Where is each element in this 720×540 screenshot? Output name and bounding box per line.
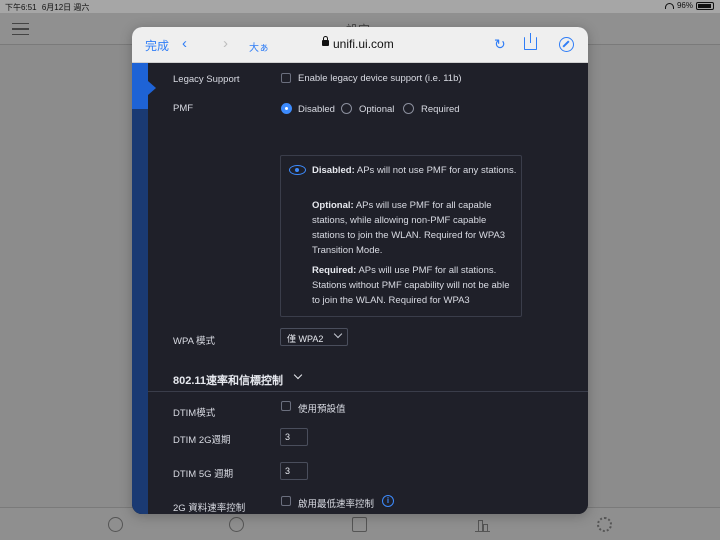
forward-icon[interactable]: ›: [223, 35, 228, 52]
browser-modal: 完成 ‹ › 大ぁ unifi.ui.com ↻ Legacy Support …: [132, 27, 588, 514]
wpa-mode-label: WPA 模式: [173, 336, 216, 347]
nav-sidebar: [132, 63, 148, 514]
speed-icon[interactable]: [108, 517, 123, 532]
dtim-default-checkbox-label: 使用預設值: [298, 404, 346, 415]
status-time: 下午6:51: [5, 3, 37, 12]
legacy-support-checkbox[interactable]: [281, 73, 291, 83]
wifi-icon: [664, 2, 674, 9]
gear-icon[interactable]: [597, 517, 612, 532]
wpa-mode-select[interactable]: 僅 WPA2: [280, 328, 348, 346]
pmf-label: PMF: [173, 103, 194, 114]
legacy-support-checkbox-label: Enable legacy device support (i.e. 11b): [298, 73, 462, 84]
pmf-radio-disabled[interactable]: [281, 103, 292, 114]
pmf-info-required: Required: APs will use PMF for all stati…: [312, 265, 510, 306]
battery-icon: [696, 1, 714, 10]
pmf-info-box: Disabled: APs will not use PMF for any s…: [280, 155, 522, 317]
pmf-option-disabled: Disabled: [298, 104, 335, 115]
lock-icon: [322, 36, 329, 46]
rate-2g-checkbox[interactable]: [281, 496, 291, 506]
url-field[interactable]: unifi.ui.com: [333, 37, 394, 51]
pmf-info-disabled: Disabled: APs will not use PMF for any s…: [312, 165, 517, 176]
hamburger-menu-icon[interactable]: [12, 23, 29, 35]
rate-2g-info-icon[interactable]: i: [382, 495, 394, 507]
pmf-info-optional: Optional: APs will use PMF for all capab…: [312, 200, 506, 256]
chevron-down-icon[interactable]: [293, 370, 303, 380]
dtim-default-checkbox[interactable]: [281, 401, 291, 411]
sidebar-selected-item[interactable]: [132, 63, 148, 109]
rate-2g-checkbox-label: 啟用最低速率控制: [298, 499, 375, 510]
document-icon[interactable]: [352, 517, 367, 532]
reload-icon[interactable]: ↻: [494, 36, 506, 53]
legacy-support-label: Legacy Support: [173, 74, 240, 85]
share-icon[interactable]: [524, 33, 537, 50]
pmf-option-optional: Optional: [359, 104, 395, 115]
dtim-2g-label: DTIM 2G週期: [173, 435, 231, 446]
chevron-down-icon: [333, 329, 343, 339]
browser-toolbar: 完成 ‹ › 大ぁ unifi.ui.com ↻: [132, 27, 588, 63]
dtim-5g-input[interactable]: 3: [280, 462, 308, 480]
dtim-2g-input[interactable]: 3: [280, 428, 308, 446]
pmf-radio-required[interactable]: [403, 103, 414, 114]
rate-section-title[interactable]: 802.11速率和信標控制: [173, 372, 283, 388]
battery-percent: 96%: [676, 1, 693, 10]
target-icon[interactable]: [229, 517, 244, 532]
section-divider: [148, 391, 588, 392]
back-icon[interactable]: ‹: [182, 35, 187, 52]
pmf-option-required: Required: [421, 104, 460, 115]
dtim-mode-label: DTIM模式: [173, 408, 216, 419]
compass-icon[interactable]: [559, 37, 574, 52]
wpa-mode-value: 僅 WPA2: [287, 334, 324, 344]
chart-icon[interactable]: [475, 517, 490, 532]
text-size-button[interactable]: 大ぁ: [249, 39, 269, 54]
status-date: 6月12日 週六: [41, 3, 90, 12]
pmf-radio-optional[interactable]: [341, 103, 352, 114]
eye-icon: [289, 165, 306, 175]
sidebar-indicator: [148, 81, 156, 95]
dtim-5g-label: DTIM 5G 週期: [173, 469, 234, 480]
rate-2g-label: 2G 資料速率控制: [173, 503, 246, 514]
status-bar: 下午6:51 6月12日 週六 96%: [0, 0, 720, 13]
done-button[interactable]: 完成: [145, 37, 169, 54]
page-content: Legacy Support Enable legacy device supp…: [132, 63, 588, 514]
